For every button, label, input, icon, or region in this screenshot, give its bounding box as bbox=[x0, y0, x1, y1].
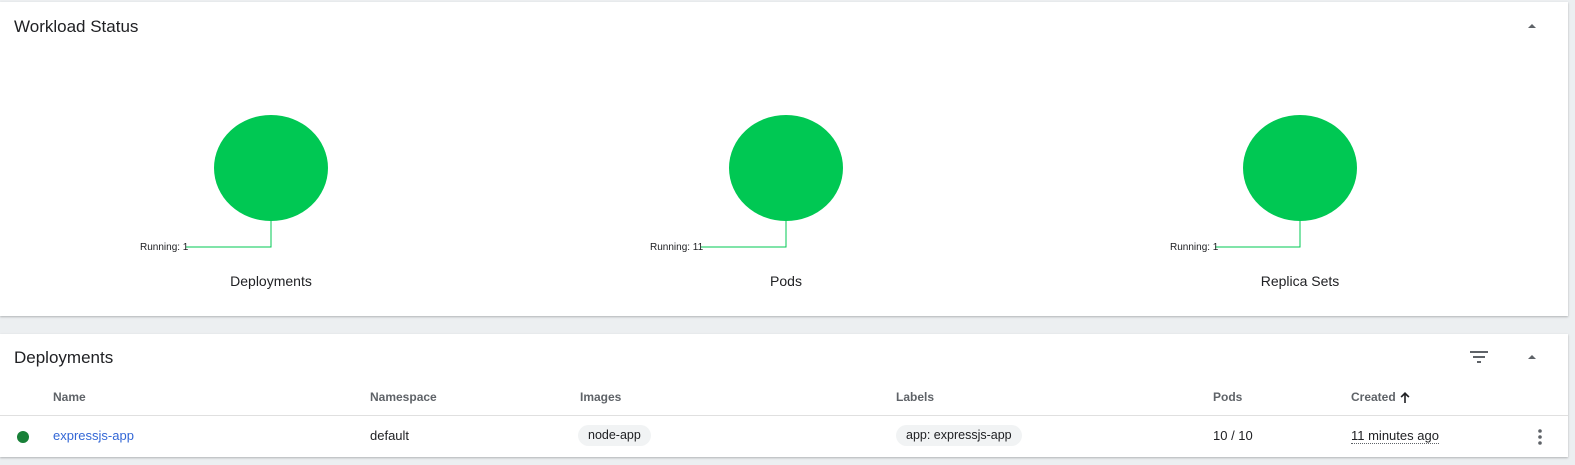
header-divider bbox=[0, 415, 1568, 416]
column-header-pods: Pods bbox=[1213, 390, 1243, 404]
replica-sets-pie bbox=[1215, 115, 1357, 248]
more-vert-icon bbox=[1538, 429, 1542, 445]
deployment-created-value: 11 minutes ago bbox=[1351, 428, 1439, 444]
label-chip: app: expressjs-app bbox=[896, 425, 1022, 446]
chevron-up-icon bbox=[1528, 24, 1536, 28]
image-chip: node-app bbox=[578, 425, 651, 446]
filter-button[interactable] bbox=[1467, 345, 1491, 369]
deployments-collapse-button[interactable] bbox=[1520, 345, 1544, 369]
pods-pie bbox=[701, 115, 843, 248]
deployments-chart: Running: 1 Deployments bbox=[71, 62, 471, 302]
column-header-created-label: Created bbox=[1351, 390, 1396, 404]
status-running-icon bbox=[17, 431, 29, 443]
deployments-title: Deployments bbox=[14, 348, 114, 367]
row-actions-button[interactable] bbox=[1530, 426, 1550, 448]
deployments-leader-line bbox=[186, 221, 272, 248]
pods-chart-caption: Pods bbox=[770, 273, 802, 289]
pods-chart: Running: 11 Pods bbox=[586, 62, 986, 302]
pods-leader-line bbox=[701, 221, 787, 248]
pods-running-label: Running: 11 bbox=[650, 242, 704, 253]
replica-sets-chart-caption: Replica Sets bbox=[1260, 273, 1340, 289]
column-header-created[interactable]: Created bbox=[1351, 390, 1410, 404]
deployments-pie bbox=[186, 115, 328, 248]
column-header-labels: Labels bbox=[896, 390, 935, 404]
column-header-name[interactable]: Name bbox=[53, 390, 86, 404]
replica-sets-leader-line bbox=[1215, 221, 1301, 248]
workload-status-title: Workload Status bbox=[14, 17, 139, 36]
chevron-up-icon bbox=[1528, 355, 1536, 359]
replica-sets-chart: Running: 1 Replica Sets bbox=[1100, 62, 1500, 302]
deployments-card: Deployments Name Namespace Images Labels… bbox=[0, 334, 1568, 457]
arrow-up-icon bbox=[1400, 391, 1410, 403]
column-header-namespace[interactable]: Namespace bbox=[370, 390, 437, 404]
deployment-namespace: default bbox=[370, 428, 410, 443]
deployments-running-label: Running: 1 bbox=[140, 242, 189, 253]
workload-collapse-button[interactable] bbox=[1520, 14, 1544, 38]
deployment-name-link[interactable]: expressjs-app bbox=[53, 428, 134, 443]
filter-icon bbox=[1470, 351, 1488, 363]
workload-status-card: Workload Status Running: 1 Deployments R… bbox=[0, 2, 1568, 316]
deployments-running-slice[interactable] bbox=[214, 115, 328, 221]
deployment-created: 11 minutes ago bbox=[1351, 428, 1439, 444]
replica-sets-running-label: Running: 1 bbox=[1170, 242, 1219, 253]
replica-sets-running-slice[interactable] bbox=[1243, 115, 1357, 221]
deployments-chart-caption: Deployments bbox=[230, 273, 312, 289]
deployment-pods: 10 / 10 bbox=[1213, 428, 1253, 443]
column-header-images: Images bbox=[580, 390, 622, 404]
pods-running-slice[interactable] bbox=[729, 115, 843, 221]
